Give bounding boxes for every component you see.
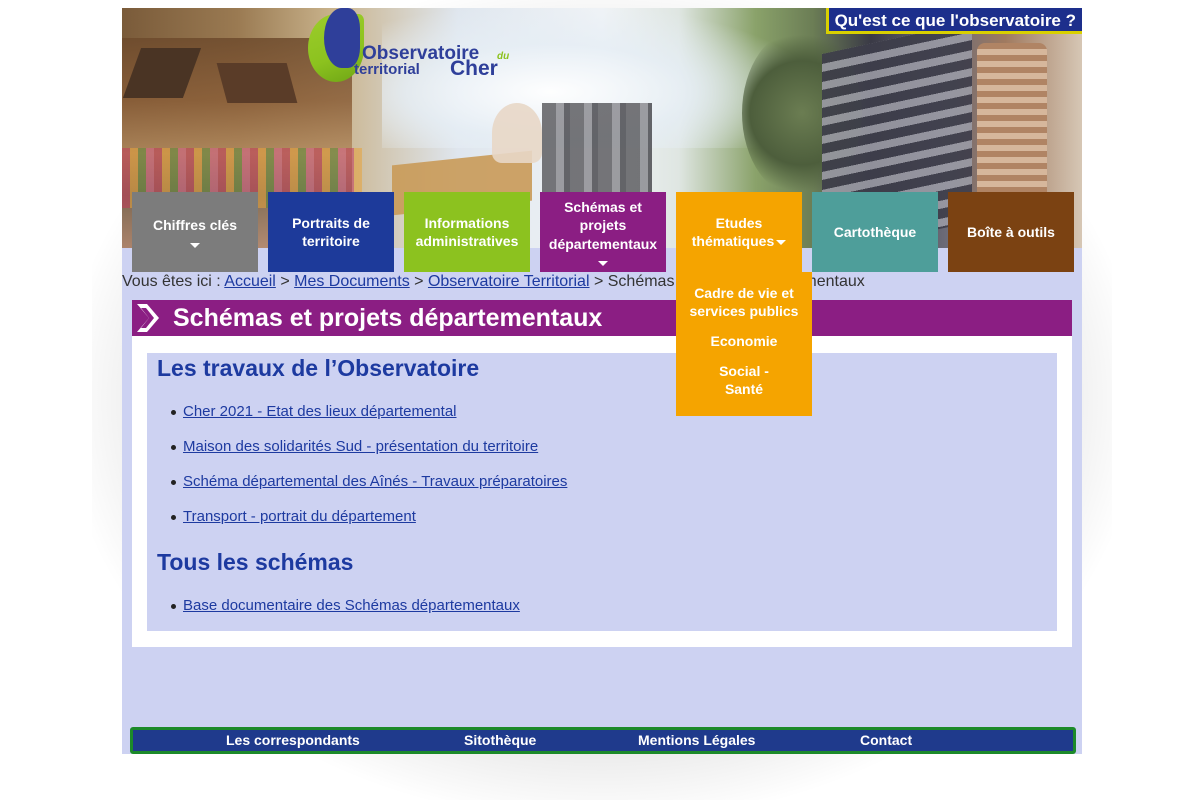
nav-item-label: Cartothèque (833, 223, 917, 240)
nav-item-boite-a-outils[interactable]: Boîte à outils (948, 192, 1074, 272)
caret-down-icon (190, 242, 200, 248)
submenu-etudes-thematiques: Cadre de vie et services publics Economi… (676, 272, 812, 416)
bullet-icon (171, 604, 176, 609)
breadcrumb-link-accueil[interactable]: Accueil (224, 273, 276, 290)
section-heading-schemas: Tous les schémas (157, 549, 354, 575)
bullet-icon (171, 445, 176, 450)
nav-item-label: Etudes thématiques (680, 214, 798, 250)
nav-item-label-text: Etudes thématiques (691, 214, 775, 249)
breadcrumb-link-observatoire[interactable]: Observatoire Territorial (428, 273, 590, 290)
nav-item-schemas[interactable]: Schémas et projets départementaux (540, 192, 666, 272)
breadcrumb-separator: > (593, 273, 604, 290)
caret-down-icon (598, 260, 608, 266)
bullet-icon (171, 410, 176, 415)
footer-bar: Les correspondants Sitothèque Mentions L… (130, 727, 1076, 754)
footer-link-correspondants[interactable]: Les correspondants (226, 730, 360, 751)
logo-line-2: territorial (354, 61, 420, 78)
breadcrumb-prefix: Vous êtes ici : (122, 273, 221, 290)
page-title: Schémas et projets départementaux (173, 304, 603, 332)
bullet-icon (171, 480, 176, 485)
about-observatory-button[interactable]: Qu'est ce que l'observatoire ? (825, 8, 1082, 34)
logo-line-3: Cher (450, 57, 498, 80)
list-item: Base documentaire des Schémas départemen… (171, 597, 520, 614)
nav-item-portraits[interactable]: Portraits de territoire (268, 192, 394, 272)
nav-item-cartotheque[interactable]: Cartothèque (812, 192, 938, 272)
nav-item-chiffres-cles[interactable]: Chiffres clés (132, 192, 258, 272)
submenu-item-cadre-de-vie[interactable]: Cadre de vie et services publics (676, 284, 812, 320)
breadcrumb-link-mes-documents[interactable]: Mes Documents (294, 273, 410, 290)
footer-link-contact[interactable]: Contact (860, 730, 912, 751)
list-item: Maison des solidarités Sud - présentatio… (171, 438, 538, 455)
nav-item-label: Chiffres clés (152, 217, 238, 234)
main-nav: Chiffres clés Portraits de territoire In… (132, 192, 1082, 272)
submenu-item-economie[interactable]: Economie (701, 332, 788, 350)
document-link[interactable]: Cher 2021 - Etat des lieux départemental (183, 403, 457, 420)
nav-item-etudes[interactable]: Etudes thématiques (676, 192, 802, 272)
page-title-bar: Schémas et projets départementaux (132, 300, 1072, 336)
logo-du: du (497, 51, 510, 62)
documents-panel: Les travaux de l’Observatoire Cher 2021 … (147, 353, 1057, 631)
list-item: Schéma départemental des Aînés - Travaux… (171, 473, 567, 490)
banner-photo-person (492, 103, 542, 163)
footer-link-sitotheque[interactable]: Sitothèque (464, 730, 536, 751)
nav-item-label: Informations administratives (415, 214, 519, 249)
banner-photo-machines (542, 103, 652, 193)
nav-item-label: Schémas et projets départementaux (548, 199, 658, 252)
breadcrumb-separator: > (280, 273, 290, 290)
nav-item-informations[interactable]: Informations administratives (404, 192, 530, 272)
nav-item-label: Boîte à outils (967, 223, 1055, 240)
document-link[interactable]: Maison des solidarités Sud - présentatio… (183, 438, 538, 455)
caret-down-icon (776, 239, 787, 245)
breadcrumb-separator: > (414, 273, 424, 290)
nav-item-label: Portraits de territoire (292, 214, 370, 249)
chevron-right-icon (137, 304, 159, 332)
logo-face-icon (324, 8, 360, 68)
page-container: Observatoire territorial du Cher Qu'est … (122, 8, 1082, 754)
section-heading-travaux: Les travaux de l’Observatoire (157, 355, 480, 381)
document-link[interactable]: Base documentaire des Schémas départemen… (183, 597, 520, 614)
submenu-item-social-sante[interactable]: Social - Santé (676, 362, 812, 398)
content-card: Schémas et projets départementaux Les tr… (132, 300, 1072, 647)
footer-link-mentions-legales[interactable]: Mentions Légales (638, 730, 755, 751)
banner-photo-roof (216, 63, 298, 103)
document-link[interactable]: Transport - portrait du département (183, 508, 416, 525)
list-item: Transport - portrait du département (171, 508, 416, 525)
document-link[interactable]: Schéma départemental des Aînés - Travaux… (183, 473, 567, 490)
list-item: Cher 2021 - Etat des lieux départemental (171, 403, 457, 420)
bullet-icon (171, 515, 176, 520)
